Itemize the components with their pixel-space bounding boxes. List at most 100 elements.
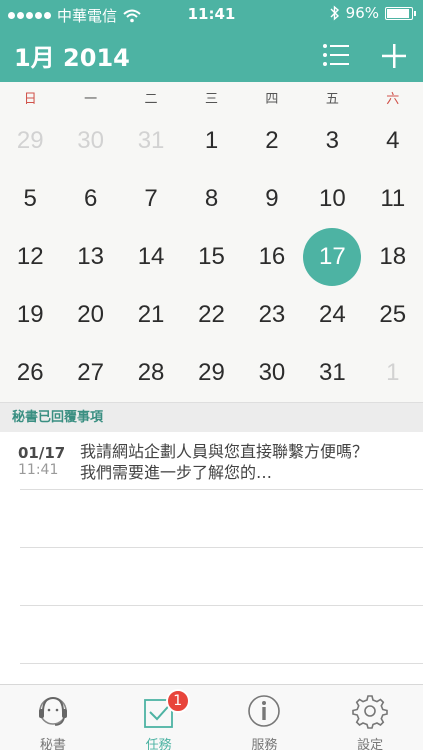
- tab-bar: 秘書 1 任務 服務 設定: [0, 684, 423, 750]
- day-number: 17: [303, 228, 362, 286]
- calendar-day[interactable]: 22: [181, 286, 241, 344]
- day-number: 23: [258, 301, 286, 328]
- calendar-day[interactable]: 2: [242, 112, 302, 170]
- weekday-label: 日: [23, 92, 37, 107]
- empty-row: [20, 606, 423, 664]
- calendar-day[interactable]: 12: [0, 228, 60, 286]
- calendar-day[interactable]: 16: [242, 228, 302, 286]
- calendar-day[interactable]: 9: [242, 170, 302, 228]
- day-number: 18: [379, 243, 407, 270]
- calendar-day[interactable]: 7: [121, 170, 181, 228]
- calendar-day[interactable]: 23: [242, 286, 302, 344]
- calendar-day[interactable]: 20: [60, 286, 120, 344]
- day-number: 4: [386, 127, 400, 154]
- calendar-day[interactable]: 6: [60, 170, 120, 228]
- calendar-day[interactable]: 18: [363, 228, 423, 286]
- message-list: 01/17 11:41 我請網站企劃人員與您直接聯繫方便嗎？我們需要進一步了解您…: [0, 432, 423, 664]
- calendar-day-selected[interactable]: 17: [302, 228, 362, 286]
- calendar-day[interactable]: 29: [0, 112, 60, 170]
- tab-settings[interactable]: 設定: [317, 685, 423, 750]
- day-number: 16: [258, 243, 286, 270]
- calendar-day[interactable]: 19: [0, 286, 60, 344]
- day-number: 29: [198, 359, 225, 386]
- day-number: 26: [16, 359, 44, 386]
- battery-percent: 96%: [345, 4, 379, 22]
- calendar-day[interactable]: 27: [60, 344, 120, 402]
- tab-label: 秘書: [39, 738, 66, 750]
- calendar-day[interactable]: 26: [0, 344, 60, 402]
- day-number: 6: [83, 185, 98, 212]
- weekday-header: 日一二三四五六: [0, 88, 423, 108]
- calendar-day[interactable]: 8: [181, 170, 241, 228]
- calendar-day[interactable]: 31: [302, 344, 362, 402]
- calendar-day[interactable]: 21: [121, 286, 181, 344]
- list-icon[interactable]: [322, 43, 350, 67]
- day-number: 8: [204, 185, 219, 212]
- section-header: 秘書已回覆事項: [0, 402, 423, 432]
- day-number: 2: [265, 127, 279, 154]
- day-number: 10: [319, 185, 346, 212]
- day-number: 11: [380, 185, 406, 212]
- day-number: 13: [77, 243, 104, 270]
- calendar-day[interactable]: 5: [0, 170, 60, 228]
- calendar-grid: 29 30 31 1 2 3 4 5 6 7 8 9 10 11 12 13 14 15 16 17 18 19 20 21 2…: [0, 112, 423, 402]
- day-number: 31: [137, 127, 165, 154]
- calendar-day[interactable]: 14: [121, 228, 181, 286]
- day-number: 19: [16, 301, 44, 328]
- calendar-day[interactable]: 15: [181, 228, 241, 286]
- tab-label: 服務: [251, 738, 278, 750]
- day-number: 21: [137, 301, 165, 328]
- calendar-day[interactable]: 10: [302, 170, 362, 228]
- list-item[interactable]: 01/17 11:41 我請網站企劃人員與您直接聯繫方便嗎？我們需要進一步了解您…: [18, 432, 423, 490]
- calendar-day[interactable]: 30: [242, 344, 302, 402]
- calendar-day[interactable]: 3: [302, 112, 362, 170]
- calendar-day[interactable]: 4: [363, 112, 423, 170]
- day-number: 9: [265, 185, 279, 212]
- empty-row: [20, 548, 423, 606]
- day-number: 20: [77, 301, 104, 328]
- calendar-day[interactable]: 1: [181, 112, 241, 170]
- tab-services[interactable]: 服務: [212, 685, 318, 750]
- day-number: 22: [198, 301, 225, 328]
- calendar-day[interactable]: 28: [121, 344, 181, 402]
- weekday-label: 一: [84, 92, 98, 107]
- day-number: 25: [379, 301, 407, 328]
- day-number: 7: [144, 185, 158, 212]
- tab-label: 設定: [357, 738, 384, 750]
- day-number: 27: [77, 359, 104, 386]
- weekday-label: 四: [265, 92, 279, 107]
- plus-icon[interactable]: [380, 42, 408, 70]
- day-number: 31: [319, 359, 346, 386]
- tab-tasks[interactable]: 1 任務: [106, 685, 212, 750]
- empty-row: [20, 490, 423, 548]
- headset-icon: [38, 696, 67, 726]
- calendar-day[interactable]: 11: [363, 170, 423, 228]
- month-title[interactable]: 1月 2014: [14, 38, 130, 73]
- tab-secretary[interactable]: 秘書: [0, 685, 106, 750]
- app-header: 中華電信 11:41 96% 1月 2014: [0, 0, 423, 82]
- day-number: 5: [23, 185, 37, 212]
- calendar-day[interactable]: 29: [181, 344, 241, 402]
- status-bar: 中華電信 11:41 96%: [0, 0, 423, 28]
- tasks-badge: 1: [165, 689, 190, 713]
- calendar-day[interactable]: 24: [302, 286, 362, 344]
- calendar-day[interactable]: 1: [363, 344, 423, 402]
- day-number: 12: [16, 243, 44, 270]
- day-number: 14: [137, 243, 165, 270]
- calendar-day[interactable]: 30: [60, 112, 120, 170]
- weekday-label: 三: [204, 92, 218, 107]
- calendar-day[interactable]: 25: [363, 286, 423, 344]
- battery-icon: [385, 6, 416, 20]
- bluetooth-icon: [330, 5, 339, 21]
- info-icon: [248, 695, 281, 727]
- calendar-day[interactable]: 31: [121, 112, 181, 170]
- calendar-day[interactable]: 13: [60, 228, 120, 286]
- day-number: 29: [16, 127, 44, 154]
- weekday-label: 五: [325, 92, 339, 107]
- day-number: 28: [137, 359, 165, 386]
- day-number: 24: [319, 301, 346, 328]
- day-number: 30: [77, 127, 104, 154]
- message-text: 我請網站企劃人員與您直接聯繫方便嗎？我們需要進一步了解您的…: [80, 442, 369, 482]
- message-date: 01/17: [18, 444, 66, 462]
- weekday-label: 二: [144, 92, 158, 107]
